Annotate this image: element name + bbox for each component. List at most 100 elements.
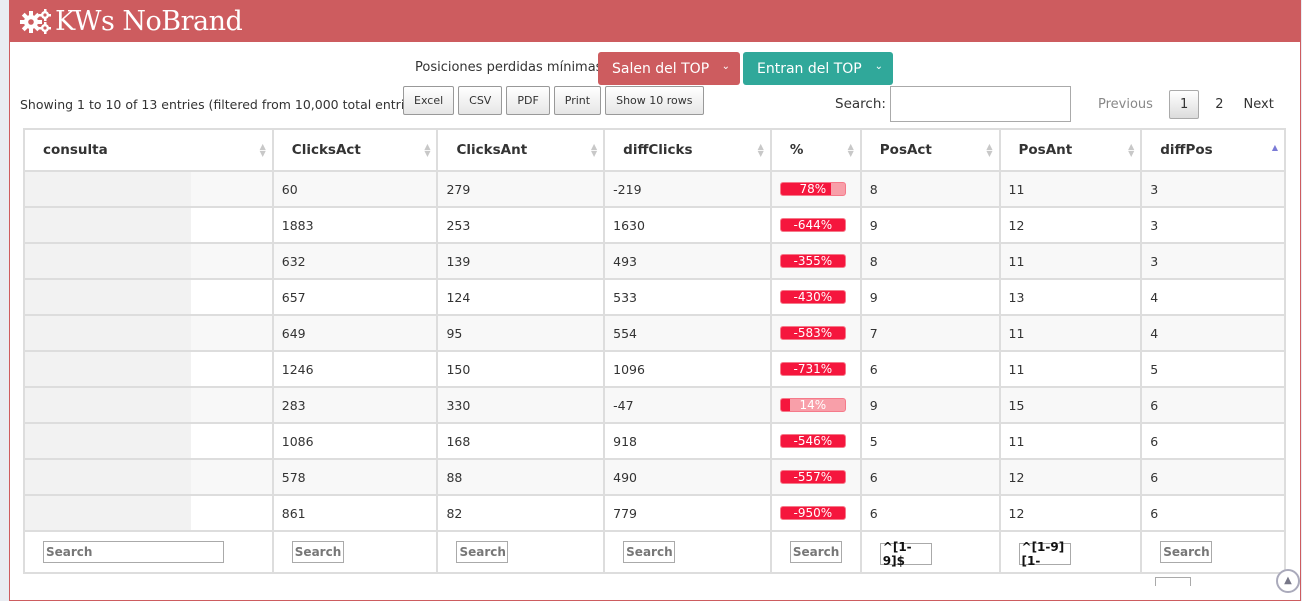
table-row: 578 88 490 -557% 6 12 6 [23, 458, 1286, 496]
column-header-consulta[interactable]: consulta ▲ ▼ [23, 128, 274, 172]
column-filter-input-clicksant[interactable]: Search [456, 541, 509, 563]
export-buttons: Excel CSV PDF Print Show 10 rows [403, 86, 704, 115]
print-button[interactable]: Print [553, 86, 602, 115]
search-label: Search: [835, 96, 886, 112]
previous-page-button[interactable]: Previous [1088, 91, 1163, 118]
percent-bar-label: 78% [799, 182, 827, 196]
table-row: 632 139 493 -355% 8 11 3 [23, 242, 1286, 280]
redacted-text [25, 352, 191, 386]
column-header-clicksact[interactable]: ClicksAct ▲ ▼ [271, 128, 439, 172]
column-filter-input-diffclicks[interactable]: Search [623, 541, 676, 563]
panel-title: KWs NoBrand [55, 5, 243, 37]
excel-button[interactable]: Excel [403, 86, 455, 115]
cell-posant: 11 [998, 170, 1143, 208]
sort-icon: ▲ ▼ [986, 142, 993, 158]
cell-posant: 11 [998, 350, 1143, 388]
percent-bar-label: -355% [793, 254, 833, 268]
cell-posact: 6 [859, 350, 1001, 388]
cell-posact: 9 [859, 278, 1001, 316]
cell-diffpos: 6 [1140, 422, 1286, 460]
column-header-label: ClicksAct [291, 142, 361, 158]
positions-label: Posiciones perdidas mínimas: [415, 60, 607, 75]
page-2-button[interactable]: 2 [1205, 91, 1233, 118]
panel-header: KWs NoBrand [10, 0, 1300, 42]
cell-clicksact: 632 [271, 242, 439, 280]
cell-diffpos: 4 [1140, 314, 1286, 352]
cell-diffpos: 4 [1140, 278, 1286, 316]
column-header-pct[interactable]: % ▲ ▼ [769, 128, 862, 172]
column-header-diffclicks[interactable]: diffClicks ▲ ▼ [603, 128, 772, 172]
cell-posact: 7 [859, 314, 1001, 352]
cell-posact: 8 [859, 242, 1001, 280]
page-length-select[interactable] [1155, 577, 1191, 586]
column-filter-input-pct[interactable]: Search [789, 541, 842, 563]
cell-pct: -644% [769, 206, 862, 244]
footer-filter-cell: Search [436, 530, 606, 574]
cell-clicksant: 82 [436, 494, 606, 532]
footer-filter-cell: ^[1-9][1- [998, 530, 1143, 574]
redacted-text [25, 388, 191, 422]
cell-posant: 11 [998, 422, 1143, 460]
pagination: Previous 1 2 Next [1088, 90, 1284, 119]
cell-posact: 9 [859, 386, 1001, 424]
column-filter-input-clicksact[interactable]: Search [291, 541, 344, 563]
next-page-button[interactable]: Next [1234, 91, 1284, 118]
csv-button[interactable]: CSV [458, 86, 503, 115]
cell-posact: 6 [859, 494, 1001, 532]
percent-bar: 14% [779, 398, 846, 412]
column-filter-input-consulta[interactable]: Search [43, 541, 224, 563]
cell-clicksant: 253 [436, 206, 606, 244]
cell-clicksant: 124 [436, 278, 606, 316]
salen-del-top-dropdown[interactable]: Salen del TOP ⌄ [598, 52, 740, 85]
entran-del-top-dropdown[interactable]: Entran del TOP ⌄ [743, 52, 893, 85]
column-filter-input-diffpos[interactable]: Search [1160, 541, 1213, 563]
cell-clicksact: 1246 [271, 350, 439, 388]
footer-filter-cell: Search [769, 530, 862, 574]
cell-consulta-redacted [23, 278, 274, 316]
column-header-label: PosAct [879, 142, 932, 158]
cell-consulta-redacted [23, 170, 274, 208]
column-header-label: % [789, 142, 804, 158]
cell-clicksact: 1883 [271, 206, 439, 244]
column-header-posant[interactable]: PosAnt ▲ ▼ [998, 128, 1143, 172]
column-header-posact[interactable]: PosAct ▲ ▼ [859, 128, 1001, 172]
cell-posant: 11 [998, 242, 1143, 280]
cell-consulta-redacted [23, 206, 274, 244]
sort-icon: ▲ ▼ [757, 142, 764, 158]
cell-clicksact: 1086 [271, 422, 439, 460]
cell-clicksact: 578 [271, 458, 439, 496]
cell-pct: -355% [769, 242, 862, 280]
cell-diffclicks: 1096 [603, 350, 772, 388]
percent-bar: -583% [779, 326, 846, 340]
scroll-to-top-button[interactable]: ▲ [1276, 569, 1300, 593]
table-row: 649 95 554 -583% 7 11 4 [23, 314, 1286, 352]
table-row: 1086 168 918 -546% 5 11 6 [23, 422, 1286, 460]
cell-posant: 13 [998, 278, 1143, 316]
footer-filter-cell: Search [23, 530, 274, 574]
column-header-clicksant[interactable]: ClicksAnt ▲ ▼ [436, 128, 606, 172]
sort-icon: ▲ ▼ [424, 142, 431, 158]
cell-posact: 6 [859, 458, 1001, 496]
show-rows-button[interactable]: Show 10 rows [605, 86, 704, 115]
search-input[interactable] [890, 86, 1071, 122]
page-1-button[interactable]: 1 [1168, 90, 1200, 119]
sort-icon: ▲ ▼ [259, 142, 266, 158]
cell-consulta-redacted [23, 386, 274, 424]
column-filter-input-posant[interactable]: ^[1-9][1- [1018, 540, 1071, 568]
column-header-label: consulta [43, 142, 108, 158]
cell-consulta-redacted [23, 314, 274, 352]
sort-ascending-icon: ▲ [1271, 143, 1278, 152]
cell-diffclicks: -219 [603, 170, 772, 208]
table-row: 1883 253 1630 -644% 9 12 3 [23, 206, 1286, 244]
pdf-button[interactable]: PDF [506, 86, 550, 115]
column-header-diffpos[interactable]: diffPos ▲ [1140, 128, 1286, 172]
cell-diffclicks: 918 [603, 422, 772, 460]
cell-diffclicks: 1630 [603, 206, 772, 244]
cell-diffpos: 6 [1140, 386, 1286, 424]
redacted-text [25, 244, 191, 278]
column-header-label: diffPos [1160, 142, 1213, 158]
entran-del-top-label: Entran del TOP [757, 60, 862, 77]
salen-del-top-label: Salen del TOP [612, 60, 710, 77]
cell-consulta-redacted [23, 242, 274, 280]
column-filter-input-posact[interactable]: ^[1-9]$ [879, 540, 932, 568]
